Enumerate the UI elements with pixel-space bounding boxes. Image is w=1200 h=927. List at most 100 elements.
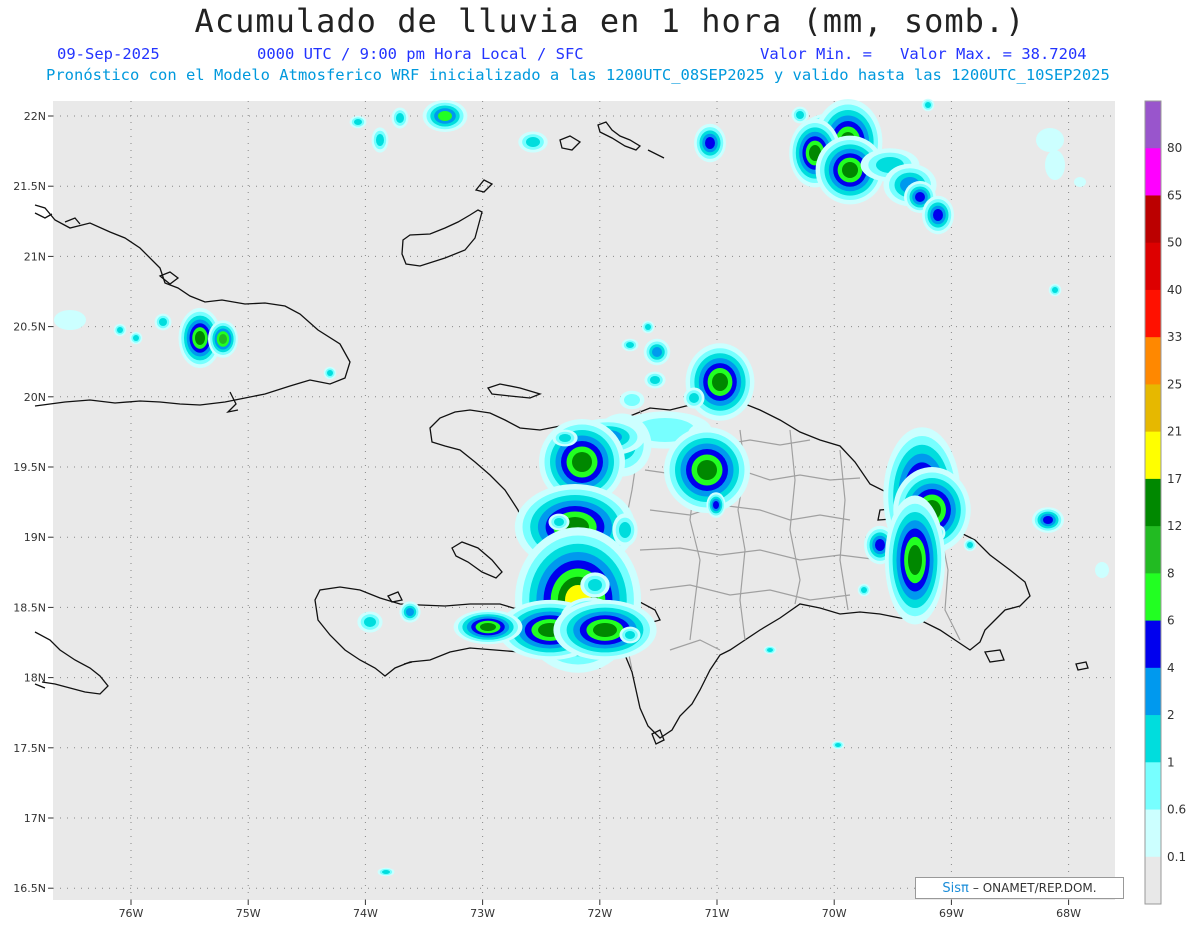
- rain-cell: [908, 545, 922, 575]
- color-scale-label: 17: [1167, 472, 1182, 486]
- rain-cell: [364, 617, 376, 627]
- color-scale-label: 0.1: [1167, 850, 1186, 864]
- lon-label: 76W: [119, 907, 144, 920]
- lat-label: 21.5N: [13, 180, 46, 193]
- rain-cell: [933, 209, 943, 221]
- color-scale-swatch: [1145, 620, 1161, 669]
- color-scale-swatch: [1145, 526, 1161, 574]
- rain-cell: [572, 452, 592, 472]
- color-scale-swatch: [1145, 809, 1161, 858]
- rain-cell: [1045, 150, 1065, 180]
- rain-cell: [526, 137, 540, 147]
- rain-cell: [767, 648, 773, 652]
- rain-cell: [967, 542, 973, 548]
- rain-cell: [438, 111, 452, 121]
- color-scale-label: 80: [1167, 141, 1182, 155]
- lat-label: 20N: [24, 391, 46, 404]
- lat-label: 19.5N: [13, 461, 46, 474]
- color-scale-label: 50: [1167, 236, 1182, 250]
- color-scale-swatch: [1145, 478, 1161, 527]
- lat-label: 17N: [24, 812, 46, 825]
- rain-cell: [406, 608, 414, 616]
- credit-text: – ONAMET/REP.DOM.: [972, 881, 1097, 895]
- lon-label: 74W: [353, 907, 378, 920]
- color-scale-swatch: [1145, 242, 1161, 291]
- lon-label: 68W: [1056, 907, 1081, 920]
- rain-cell: [796, 111, 804, 119]
- rain-cell: [624, 394, 640, 406]
- lon-label: 75W: [236, 907, 261, 920]
- lon-label: 73W: [470, 907, 495, 920]
- color-scale-swatch: [1145, 148, 1161, 196]
- rain-cell: [689, 393, 699, 403]
- rain-cell: [588, 579, 602, 591]
- lat-label: 20.5N: [13, 321, 46, 334]
- rain-cell: [54, 310, 86, 330]
- color-scale-label: 25: [1167, 377, 1182, 391]
- rain-cell: [133, 335, 139, 341]
- lat-label: 18N: [24, 672, 46, 685]
- color-scale-swatch: [1145, 289, 1161, 338]
- rain-cell: [625, 631, 635, 639]
- color-scale-label: 40: [1167, 283, 1182, 297]
- rain-cell: [1052, 287, 1058, 293]
- rain-cell: [697, 460, 717, 480]
- rain-cell: [382, 870, 390, 874]
- color-scale-swatch: [1145, 667, 1161, 716]
- rain-cell: [1074, 177, 1086, 187]
- rain-cell: [554, 518, 564, 526]
- rain-cell: [559, 434, 571, 442]
- rain-cell: [713, 501, 719, 509]
- rain-cell: [117, 327, 123, 333]
- color-scale-swatch: [1145, 573, 1161, 622]
- color-scale-label: 33: [1167, 330, 1182, 344]
- color-scale-swatch: [1145, 384, 1161, 433]
- lat-label: 22N: [24, 110, 46, 123]
- rain-cell: [1043, 516, 1053, 524]
- color-scale-label: 8: [1167, 566, 1175, 580]
- rain-cell: [875, 539, 885, 551]
- rain-cell: [354, 119, 362, 125]
- rain-cell: [712, 373, 728, 391]
- lat-label: 17.5N: [13, 742, 46, 755]
- color-scale-swatch: [1145, 337, 1161, 385]
- rain-cell: [925, 102, 931, 108]
- rain-cell: [219, 334, 227, 344]
- lat-label: 21N: [24, 250, 46, 263]
- rain-cell: [376, 134, 384, 146]
- lat-label: 19N: [24, 531, 46, 544]
- lon-label: 70W: [822, 907, 847, 920]
- lon-label: 71W: [705, 907, 730, 920]
- color-scale-swatch: [1145, 762, 1161, 811]
- rain-cell: [842, 162, 858, 178]
- sispi-logo: Sisπ: [942, 880, 969, 896]
- rain-cell: [396, 113, 404, 123]
- color-scale-label: 65: [1167, 188, 1182, 202]
- rainfall-map: 806550403325211712864210.60.1 22N21.5N21…: [13, 98, 1186, 920]
- color-scale-swatch: [1145, 715, 1161, 763]
- rain-cell: [705, 137, 715, 149]
- rain-cell: [619, 522, 631, 538]
- rain-cell: [593, 623, 617, 637]
- lon-label: 69W: [939, 907, 964, 920]
- rain-cell: [650, 376, 660, 384]
- color-scale-label: 6: [1167, 614, 1175, 628]
- color-scale-swatch: [1145, 431, 1161, 480]
- rain-cell: [1036, 128, 1064, 152]
- credit-box: Sisπ – ONAMET/REP.DOM.: [915, 877, 1124, 899]
- rain-cell: [652, 347, 662, 357]
- color-scale: 806550403325211712864210.60.1: [1144, 100, 1186, 905]
- lat-label: 16.5N: [13, 882, 46, 895]
- color-scale-label: 0.6: [1167, 803, 1186, 817]
- rain-cell: [195, 331, 205, 345]
- color-scale-label: 12: [1167, 519, 1182, 533]
- rain-cell: [480, 623, 496, 631]
- rain-cell: [915, 192, 925, 202]
- rain-cell: [327, 370, 333, 376]
- rain-cell: [861, 587, 867, 593]
- color-scale-label: 21: [1167, 425, 1182, 439]
- rain-cell: [645, 324, 651, 330]
- color-scale-swatch: [1145, 195, 1161, 244]
- lat-label: 18.5N: [13, 601, 46, 614]
- rain-cell: [1095, 562, 1109, 578]
